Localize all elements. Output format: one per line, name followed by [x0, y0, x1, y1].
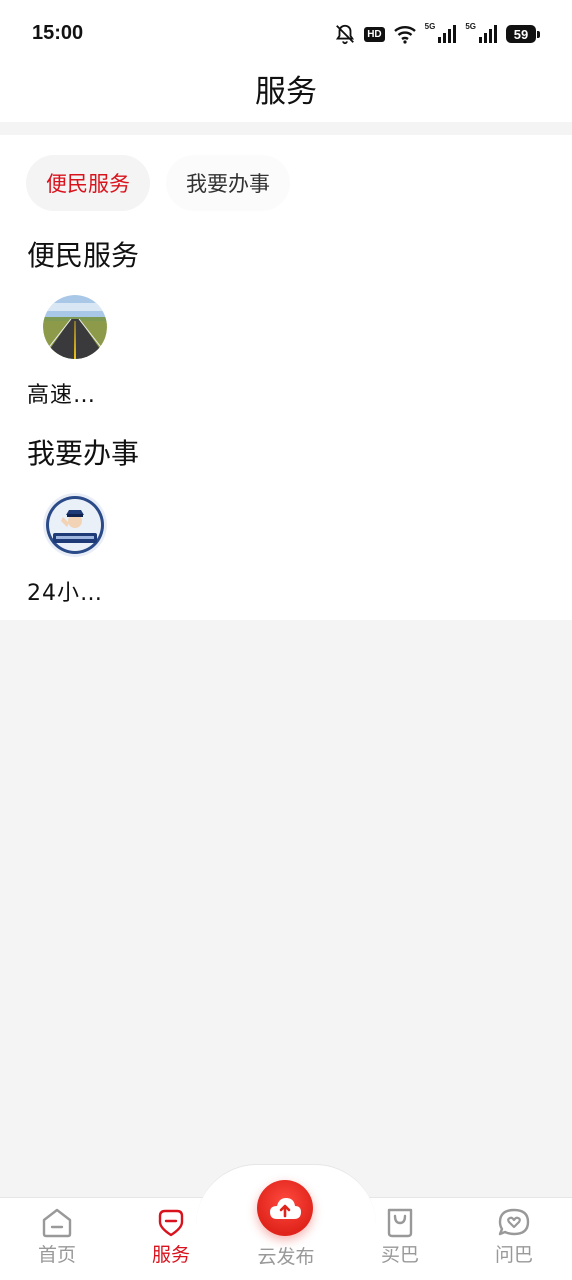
- service-item-24h[interactable]: 24小…: [27, 493, 127, 606]
- network-label-2: 5G: [465, 22, 476, 31]
- battery-icon: 59: [506, 25, 540, 43]
- home-icon: [42, 1208, 72, 1238]
- signal-icon: [438, 25, 457, 43]
- service-icon: [158, 1209, 184, 1237]
- title-bar: 服务: [0, 66, 572, 122]
- nav-label: 买巴: [380, 1244, 419, 1266]
- status-icons: HD 5G 5G 59: [334, 22, 540, 46]
- category-tabs: 便民服务 我要办事: [26, 155, 290, 211]
- wifi-icon: [393, 26, 416, 44]
- police-officer-badge-icon: [43, 493, 107, 557]
- hd-badge: HD: [364, 26, 385, 42]
- service-item-highway[interactable]: 高速…: [27, 295, 127, 408]
- bell-muted-icon: [336, 24, 355, 45]
- nav-label: 服务: [151, 1244, 190, 1266]
- nav-label-publish[interactable]: 云发布: [246, 1242, 326, 1269]
- nav-service[interactable]: 服务: [131, 1206, 211, 1267]
- section-title-convenience: 便民服务: [27, 239, 140, 272]
- chat-heart-icon: [498, 1208, 530, 1236]
- service-content: 便民服务 我要办事 便民服务 高速… 我要办事 24小…: [0, 135, 572, 620]
- publish-button[interactable]: [257, 1180, 313, 1236]
- section-title-affairs: 我要办事: [27, 437, 140, 470]
- page-title: 服务: [255, 74, 317, 110]
- service-label: 高速…: [27, 383, 97, 408]
- service-label: 24小…: [27, 581, 103, 606]
- nav-home[interactable]: 首页: [17, 1206, 97, 1267]
- highway-road-icon: [43, 295, 107, 359]
- status-bar: 15:00 HD 5G 5G 59: [0, 0, 572, 66]
- network-label-1: 5G: [424, 22, 436, 31]
- signal-icon: [479, 25, 497, 43]
- tab-convenience-services[interactable]: 便民服务: [26, 155, 150, 211]
- cloud-upload-icon: [270, 1198, 301, 1219]
- nav-label: 首页: [37, 1244, 76, 1266]
- status-time: 15:00: [32, 22, 84, 44]
- shopping-bag-icon: [387, 1208, 413, 1238]
- nav-label: 问巴: [494, 1244, 533, 1266]
- tab-affairs[interactable]: 我要办事: [166, 155, 290, 211]
- nav-shop[interactable]: 买巴: [360, 1206, 440, 1267]
- nav-ask[interactable]: 问巴: [474, 1206, 554, 1267]
